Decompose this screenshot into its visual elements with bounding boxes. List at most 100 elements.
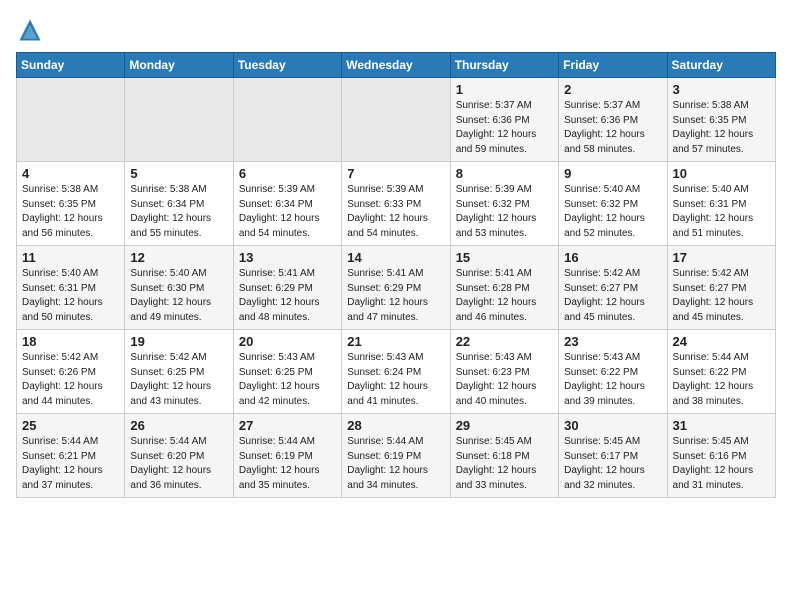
day-info: Sunrise: 5:37 AM Sunset: 6:36 PM Dayligh… xyxy=(456,99,553,157)
day-number: 29 xyxy=(456,418,553,433)
calendar-day-cell: 15Sunrise: 5:41 AM Sunset: 6:28 PM Dayli… xyxy=(450,246,558,330)
weekday-header: Friday xyxy=(559,53,667,78)
day-info: Sunrise: 5:40 AM Sunset: 6:31 PM Dayligh… xyxy=(22,267,119,325)
calendar-day-cell: 3 Sunrise: 5:38 AM Sunset: 6:35 PM Daylig… xyxy=(667,78,775,162)
calendar-day-cell: 4 Sunrise: 5:38 AM Sunset: 6:35 PM Daylig… xyxy=(17,162,125,246)
day-number: 7 xyxy=(347,166,444,181)
calendar-day-cell: 22Sunrise: 5:43 AM Sunset: 6:23 PM Dayli… xyxy=(450,330,558,414)
day-info: Sunrise: 5:41 AM Sunset: 6:29 PM Dayligh… xyxy=(347,267,444,325)
day-number: 13 xyxy=(239,250,336,265)
calendar-day-cell: 18 Sunrise: 5:42 AM Sunset: 6:26 PM Dayli… xyxy=(17,330,125,414)
logo xyxy=(16,16,48,44)
day-number: 8 xyxy=(456,166,553,181)
day-number: 21 xyxy=(347,334,444,349)
calendar-day-cell: 23 Sunrise: 5:43 AM Sunset: 6:22 PM Dayli… xyxy=(559,330,667,414)
day-info: Sunrise: 5:42 AM Sunset: 6:26 PM Dayligh… xyxy=(22,351,119,409)
calendar-day-cell: 19Sunrise: 5:42 AM Sunset: 6:25 PM Dayli… xyxy=(125,330,233,414)
day-info: Sunrise: 5:40 AM Sunset: 6:31 PM Dayligh… xyxy=(673,183,770,241)
day-info: Sunrise: 5:43 AM Sunset: 6:24 PM Dayligh… xyxy=(347,351,444,409)
calendar-day-cell xyxy=(233,78,341,162)
calendar-week-row: 25 Sunrise: 5:44 AM Sunset: 6:21 PM Dayli… xyxy=(17,414,776,498)
day-number: 9 xyxy=(564,166,661,181)
calendar-day-cell: 5Sunrise: 5:38 AM Sunset: 6:34 PM Daylig… xyxy=(125,162,233,246)
day-info: Sunrise: 5:45 AM Sunset: 6:18 PM Dayligh… xyxy=(456,435,553,493)
calendar-day-cell: 11Sunrise: 5:40 AM Sunset: 6:31 PM Dayli… xyxy=(17,246,125,330)
calendar-day-cell: 10 Sunrise: 5:40 AM Sunset: 6:31 PM Dayli… xyxy=(667,162,775,246)
day-number: 2 xyxy=(564,82,661,97)
day-number: 30 xyxy=(564,418,661,433)
weekday-header: Wednesday xyxy=(342,53,450,78)
calendar-week-row: 18 Sunrise: 5:42 AM Sunset: 6:26 PM Dayli… xyxy=(17,330,776,414)
day-info: Sunrise: 5:42 AM Sunset: 6:25 PM Dayligh… xyxy=(130,351,227,409)
day-info: Sunrise: 5:45 AM Sunset: 6:17 PM Dayligh… xyxy=(564,435,661,493)
calendar-day-cell: 30 Sunrise: 5:45 AM Sunset: 6:17 PM Dayli… xyxy=(559,414,667,498)
day-number: 1 xyxy=(456,82,553,97)
calendar-day-cell: 8 Sunrise: 5:39 AM Sunset: 6:32 PM Daylig… xyxy=(450,162,558,246)
calendar-header-row: SundayMondayTuesdayWednesdayThursdayFrid… xyxy=(17,53,776,78)
weekday-header: Monday xyxy=(125,53,233,78)
weekday-header: Tuesday xyxy=(233,53,341,78)
calendar-day-cell: 24 Sunrise: 5:44 AM Sunset: 6:22 PM Dayli… xyxy=(667,330,775,414)
day-info: Sunrise: 5:41 AM Sunset: 6:29 PM Dayligh… xyxy=(239,267,336,325)
calendar-day-cell: 16 Sunrise: 5:42 AM Sunset: 6:27 PM Dayli… xyxy=(559,246,667,330)
calendar-day-cell: 21 Sunrise: 5:43 AM Sunset: 6:24 PM Dayli… xyxy=(342,330,450,414)
day-number: 25 xyxy=(22,418,119,433)
day-number: 27 xyxy=(239,418,336,433)
calendar-week-row: 1 Sunrise: 5:37 AM Sunset: 6:36 PM Daylig… xyxy=(17,78,776,162)
calendar-week-row: 11Sunrise: 5:40 AM Sunset: 6:31 PM Dayli… xyxy=(17,246,776,330)
day-number: 31 xyxy=(673,418,770,433)
day-info: Sunrise: 5:38 AM Sunset: 6:35 PM Dayligh… xyxy=(22,183,119,241)
day-info: Sunrise: 5:38 AM Sunset: 6:34 PM Dayligh… xyxy=(130,183,227,241)
page-header xyxy=(16,16,776,44)
day-number: 10 xyxy=(673,166,770,181)
day-number: 18 xyxy=(22,334,119,349)
day-info: Sunrise: 5:42 AM Sunset: 6:27 PM Dayligh… xyxy=(564,267,661,325)
calendar-day-cell: 13 Sunrise: 5:41 AM Sunset: 6:29 PM Dayli… xyxy=(233,246,341,330)
day-number: 14 xyxy=(347,250,444,265)
day-info: Sunrise: 5:44 AM Sunset: 6:19 PM Dayligh… xyxy=(347,435,444,493)
day-number: 20 xyxy=(239,334,336,349)
day-number: 12 xyxy=(130,250,227,265)
weekday-header: Sunday xyxy=(17,53,125,78)
day-info: Sunrise: 5:44 AM Sunset: 6:19 PM Dayligh… xyxy=(239,435,336,493)
day-number: 15 xyxy=(456,250,553,265)
day-info: Sunrise: 5:43 AM Sunset: 6:25 PM Dayligh… xyxy=(239,351,336,409)
day-info: Sunrise: 5:39 AM Sunset: 6:32 PM Dayligh… xyxy=(456,183,553,241)
calendar-day-cell: 26 Sunrise: 5:44 AM Sunset: 6:20 PM Dayli… xyxy=(125,414,233,498)
day-info: Sunrise: 5:38 AM Sunset: 6:35 PM Dayligh… xyxy=(673,99,770,157)
day-number: 4 xyxy=(22,166,119,181)
weekday-header: Thursday xyxy=(450,53,558,78)
calendar-day-cell: 25 Sunrise: 5:44 AM Sunset: 6:21 PM Dayli… xyxy=(17,414,125,498)
day-number: 3 xyxy=(673,82,770,97)
day-number: 23 xyxy=(564,334,661,349)
day-info: Sunrise: 5:39 AM Sunset: 6:33 PM Dayligh… xyxy=(347,183,444,241)
calendar-day-cell: 7 Sunrise: 5:39 AM Sunset: 6:33 PM Daylig… xyxy=(342,162,450,246)
day-info: Sunrise: 5:44 AM Sunset: 6:22 PM Dayligh… xyxy=(673,351,770,409)
day-number: 28 xyxy=(347,418,444,433)
calendar-day-cell: 20 Sunrise: 5:43 AM Sunset: 6:25 PM Dayli… xyxy=(233,330,341,414)
calendar-day-cell: 29 Sunrise: 5:45 AM Sunset: 6:18 PM Dayli… xyxy=(450,414,558,498)
calendar-day-cell: 2Sunrise: 5:37 AM Sunset: 6:36 PM Daylig… xyxy=(559,78,667,162)
calendar-day-cell xyxy=(342,78,450,162)
calendar-day-cell: 9 Sunrise: 5:40 AM Sunset: 6:32 PM Daylig… xyxy=(559,162,667,246)
day-number: 17 xyxy=(673,250,770,265)
calendar-day-cell: 17 Sunrise: 5:42 AM Sunset: 6:27 PM Dayli… xyxy=(667,246,775,330)
calendar-day-cell: 31 Sunrise: 5:45 AM Sunset: 6:16 PM Dayli… xyxy=(667,414,775,498)
day-number: 24 xyxy=(673,334,770,349)
day-info: Sunrise: 5:40 AM Sunset: 6:32 PM Dayligh… xyxy=(564,183,661,241)
day-info: Sunrise: 5:42 AM Sunset: 6:27 PM Dayligh… xyxy=(673,267,770,325)
day-number: 26 xyxy=(130,418,227,433)
day-info: Sunrise: 5:44 AM Sunset: 6:21 PM Dayligh… xyxy=(22,435,119,493)
calendar-day-cell: 6Sunrise: 5:39 AM Sunset: 6:34 PM Daylig… xyxy=(233,162,341,246)
calendar-day-cell: 27 Sunrise: 5:44 AM Sunset: 6:19 PM Dayli… xyxy=(233,414,341,498)
day-info: Sunrise: 5:45 AM Sunset: 6:16 PM Dayligh… xyxy=(673,435,770,493)
day-number: 16 xyxy=(564,250,661,265)
weekday-header: Saturday xyxy=(667,53,775,78)
calendar-day-cell: 28 Sunrise: 5:44 AM Sunset: 6:19 PM Dayli… xyxy=(342,414,450,498)
day-info: Sunrise: 5:44 AM Sunset: 6:20 PM Dayligh… xyxy=(130,435,227,493)
day-info: Sunrise: 5:43 AM Sunset: 6:22 PM Dayligh… xyxy=(564,351,661,409)
calendar-day-cell: 1 Sunrise: 5:37 AM Sunset: 6:36 PM Daylig… xyxy=(450,78,558,162)
calendar-day-cell xyxy=(17,78,125,162)
day-info: Sunrise: 5:43 AM Sunset: 6:23 PM Dayligh… xyxy=(456,351,553,409)
logo-icon xyxy=(16,16,44,44)
